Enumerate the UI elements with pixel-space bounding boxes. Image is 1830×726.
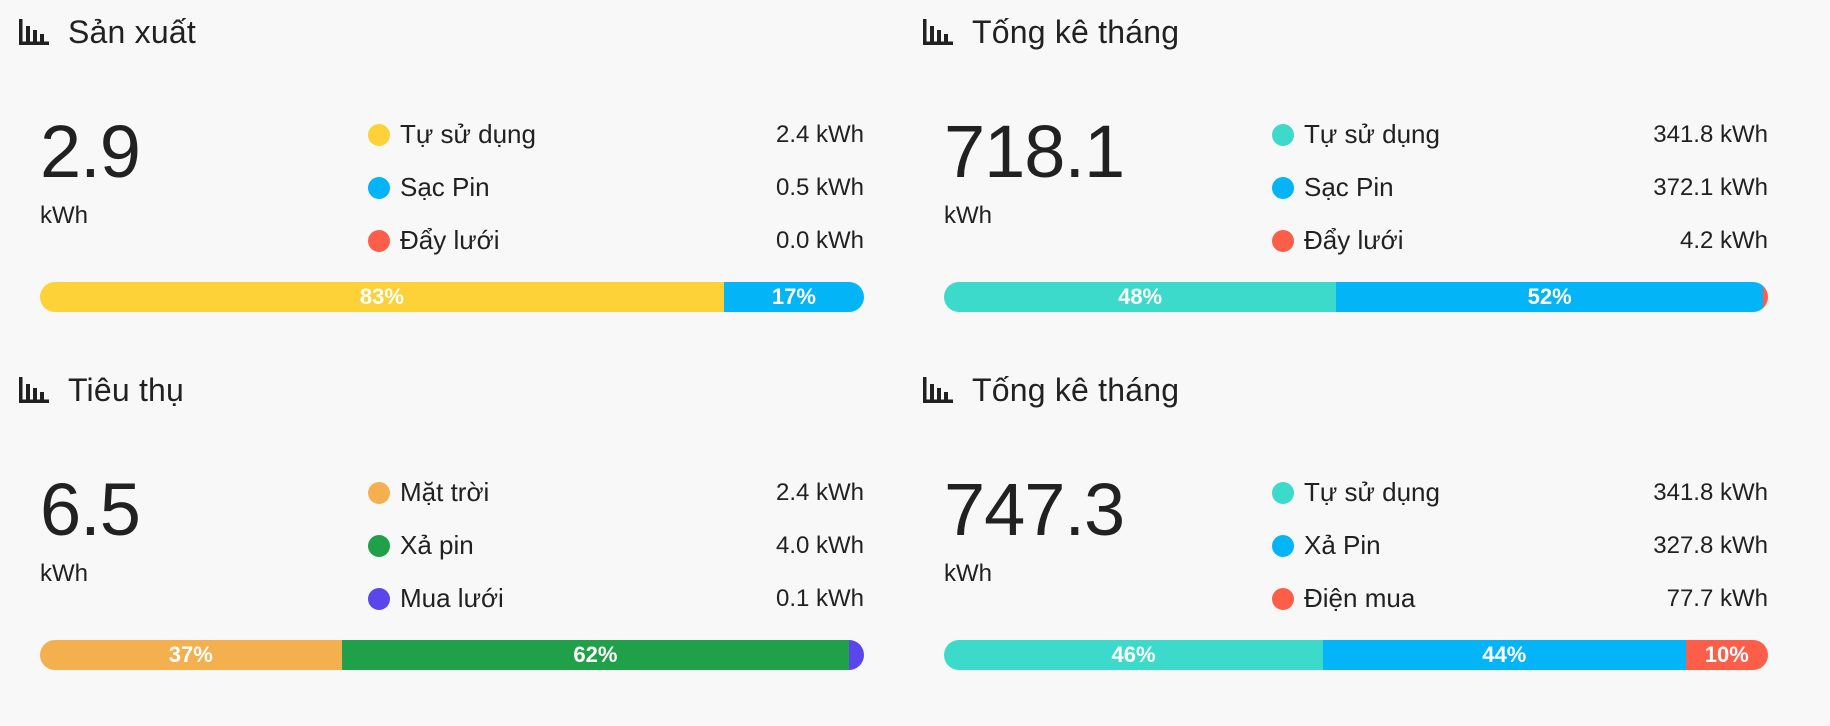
legend-item[interactable]: Xả pin 4.0 kWh <box>368 519 864 572</box>
bar-segment: 52% <box>1336 282 1764 312</box>
legend-label: Tự sử dụng <box>400 119 536 149</box>
legend-item[interactable]: Tự sử dụng 341.8 kWh <box>1272 466 1768 519</box>
legend-value: 327.8 kWh <box>1653 531 1768 559</box>
legend-label: Đẩy lưới <box>400 225 500 255</box>
legend-value: 0.1 kWh <box>775 584 864 612</box>
legend-dot <box>1272 123 1294 146</box>
legend-label: Tự sử dụng <box>1304 477 1440 507</box>
legend-value: 4.2 kWh <box>1679 226 1768 254</box>
total-value: 2.9 <box>40 110 141 193</box>
monthly-consumption-card: Tống kê tháng 747.3 kWh Tự sử dụng 341.8… <box>904 358 1784 708</box>
legend-item[interactable]: Mặt trời 2.4 kWh <box>368 466 864 519</box>
legend-dot <box>368 481 390 504</box>
legend-value: 0.5 kWh <box>775 173 864 201</box>
legend-label: Tự sử dụng <box>1304 119 1440 149</box>
bar-chart-icon <box>19 377 49 403</box>
legend-value: 341.8 kWh <box>1653 478 1768 506</box>
bar-segment: 17% <box>723 282 864 312</box>
legend-dot <box>1272 587 1294 610</box>
legend-dot <box>1272 176 1294 199</box>
distribution-bar: 83% 17% <box>40 282 864 312</box>
legend-value: 4.0 kWh <box>775 531 864 559</box>
legend-label: Điện mua <box>1304 583 1416 613</box>
bar-segment: 48% <box>944 282 1337 312</box>
legend-item[interactable]: Điện mua 77.7 kWh <box>1272 572 1768 625</box>
legend-label: Xả Pin <box>1304 530 1381 560</box>
card-title: Sản xuất <box>68 13 196 50</box>
legend-label: Sạc Pin <box>400 172 490 202</box>
bar-chart-icon <box>923 19 953 45</box>
legend-item[interactable]: Đẩy lưới 4.2 kWh <box>1272 214 1768 267</box>
total-unit: kWh <box>40 202 88 229</box>
legend-label: Xả pin <box>400 530 474 560</box>
legend-dot <box>1272 534 1294 557</box>
legend-value: 341.8 kWh <box>1653 120 1768 148</box>
legend-label: Sạc Pin <box>1304 172 1394 202</box>
card-header: Sản xuất <box>18 12 196 52</box>
legend-item[interactable]: Đẩy lưới 0.0 kWh <box>368 214 864 267</box>
card-title: Tiêu thụ <box>68 371 185 408</box>
legend-label: Đẩy lưới <box>1304 225 1404 255</box>
monthly-production-card: Tống kê tháng 718.1 kWh Tự sử dụng 341.8… <box>904 0 1784 350</box>
card-header: Tống kê tháng <box>922 370 1179 410</box>
legend-item[interactable]: Sạc Pin 0.5 kWh <box>368 161 864 214</box>
legend-dot <box>368 534 390 557</box>
distribution-bar: 37% 62% <box>40 640 864 670</box>
bar-segment: 44% <box>1323 640 1686 670</box>
bar-segment: 10% <box>1685 640 1768 670</box>
legend-item[interactable]: Mua lưới 0.1 kWh <box>368 572 864 625</box>
card-header: Tống kê tháng <box>922 12 1179 52</box>
card-title: Tống kê tháng <box>972 13 1180 50</box>
bar-segment: 83% <box>40 282 724 312</box>
bar-segment: 37% <box>40 640 342 670</box>
legend-label: Mặt trời <box>400 477 490 507</box>
consumption-card: Tiêu thụ 6.5 kWh Mặt trời 2.4 kWh Xả pin… <box>0 358 880 708</box>
legend-value: 0.0 kWh <box>775 226 864 254</box>
bar-segment <box>849 640 864 670</box>
bar-segment <box>1763 282 1768 312</box>
total-unit: kWh <box>944 202 992 229</box>
bar-chart-icon <box>19 19 49 45</box>
legend-value: 77.7 kWh <box>1666 584 1768 612</box>
legend-item[interactable]: Tự sử dụng 341.8 kWh <box>1272 108 1768 161</box>
legend-item[interactable]: Tự sử dụng 2.4 kWh <box>368 108 864 161</box>
legend-dot <box>1272 481 1294 504</box>
energy-dashboard: Sản xuất 2.9 kWh Tự sử dụng 2.4 kWh Sạc … <box>0 0 1830 726</box>
legend-value: 372.1 kWh <box>1653 173 1768 201</box>
legend-dot <box>368 587 390 610</box>
legend-value: 2.4 kWh <box>775 120 864 148</box>
legend-value: 2.4 kWh <box>775 478 864 506</box>
distribution-bar: 48% 52% <box>944 282 1768 312</box>
legend: Tự sử dụng 341.8 kWh Sạc Pin 372.1 kWh Đ… <box>1272 108 1768 267</box>
legend-dot <box>368 229 390 252</box>
bar-chart-icon <box>923 377 953 403</box>
total-unit: kWh <box>40 560 88 587</box>
legend-dot <box>368 176 390 199</box>
legend: Mặt trời 2.4 kWh Xả pin 4.0 kWh Mua lưới… <box>368 466 864 625</box>
total-value: 718.1 <box>944 110 1125 193</box>
legend: Tự sử dụng 2.4 kWh Sạc Pin 0.5 kWh Đẩy l… <box>368 108 864 267</box>
production-card: Sản xuất 2.9 kWh Tự sử dụng 2.4 kWh Sạc … <box>0 0 880 350</box>
card-title: Tống kê tháng <box>972 371 1180 408</box>
total-unit: kWh <box>944 560 992 587</box>
legend-item[interactable]: Xả Pin 327.8 kWh <box>1272 519 1768 572</box>
total-value: 6.5 <box>40 468 141 551</box>
bar-segment: 46% <box>944 640 1324 670</box>
legend-dot <box>1272 229 1294 252</box>
legend-dot <box>368 123 390 146</box>
legend: Tự sử dụng 341.8 kWh Xả Pin 327.8 kWh Đi… <box>1272 466 1768 625</box>
distribution-bar: 46% 44% 10% <box>944 640 1768 670</box>
legend-label: Mua lưới <box>400 583 504 613</box>
total-value: 747.3 <box>944 468 1125 551</box>
legend-item[interactable]: Sạc Pin 372.1 kWh <box>1272 161 1768 214</box>
bar-segment: 62% <box>341 640 850 670</box>
card-header: Tiêu thụ <box>18 370 184 410</box>
